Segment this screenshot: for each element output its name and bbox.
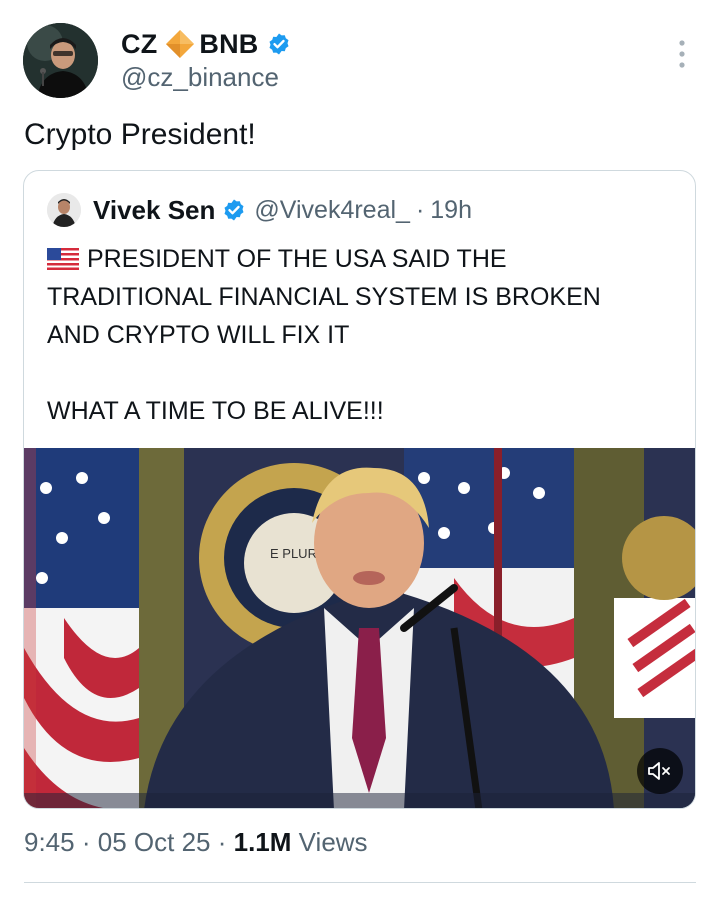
author-name-prefix: CZ bbox=[121, 28, 158, 59]
tweet-meta: 9:45 · 05 Oct 25 · 1.1M Views bbox=[24, 827, 368, 858]
bnb-diamond-icon bbox=[166, 30, 195, 58]
quote-line-4: WHAT A TIME TO BE ALIVE!!! bbox=[47, 397, 384, 425]
tweet-date[interactable]: 05 Oct 25 bbox=[98, 827, 211, 857]
verified-badge-icon bbox=[224, 199, 244, 221]
quote-author-name[interactable]: Vivek Sen bbox=[93, 195, 215, 226]
meta-separator: · bbox=[217, 827, 227, 857]
author-name-row[interactable]: CZ BNB bbox=[121, 27, 291, 61]
quote-line-3: AND CRYPTO WILL FIX IT bbox=[47, 321, 350, 349]
quote-video[interactable]: E PLUR bbox=[24, 448, 695, 808]
seal-text: E PLUR bbox=[270, 546, 317, 561]
more-options-icon[interactable] bbox=[674, 38, 690, 70]
tweet-text: Crypto President! bbox=[24, 118, 256, 151]
quote-author-handle[interactable]: @Vivek4real_ bbox=[254, 196, 410, 225]
quote-timestamp[interactable]: 19h bbox=[430, 196, 472, 225]
views-count[interactable]: 1.1M bbox=[234, 827, 292, 857]
author-name-suffix: BNB bbox=[199, 28, 259, 59]
divider bbox=[24, 882, 696, 883]
us-flag-icon bbox=[47, 248, 79, 270]
views-label: Views bbox=[298, 827, 368, 857]
mute-toggle-button[interactable] bbox=[637, 748, 683, 794]
verified-badge-icon bbox=[269, 33, 289, 55]
quote-line-1: PRESIDENT OF THE USA SAID THE bbox=[87, 245, 507, 273]
video-frame: E PLUR bbox=[24, 448, 695, 808]
author-avatar[interactable] bbox=[23, 23, 98, 98]
quote-separator: · bbox=[415, 195, 425, 224]
author-handle[interactable]: @cz_binance bbox=[121, 62, 279, 93]
tweet-time[interactable]: 9:45 bbox=[24, 827, 75, 857]
quoted-tweet-card[interactable]: Vivek Sen @Vivek4real_ · 19h PRESIDENT O… bbox=[23, 170, 696, 809]
quote-header: Vivek Sen @Vivek4real_ · 19h bbox=[93, 193, 472, 227]
quote-text-line: PRESIDENT OF THE USA SAID THE bbox=[47, 245, 507, 274]
quote-line-2: TRADITIONAL FINANCIAL SYSTEM IS BROKEN bbox=[47, 283, 601, 311]
meta-separator: · bbox=[81, 827, 91, 857]
volume-muted-icon bbox=[648, 762, 670, 780]
quote-author-avatar[interactable] bbox=[47, 193, 81, 227]
